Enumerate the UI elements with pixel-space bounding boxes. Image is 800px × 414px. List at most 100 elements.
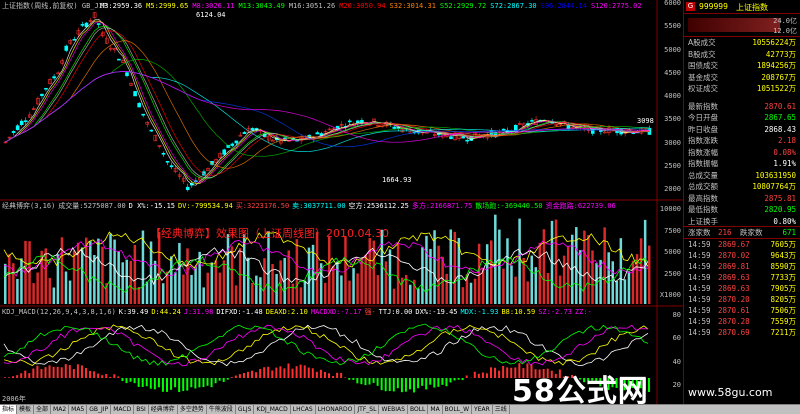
tab-18[interactable]: MA [428,405,443,414]
quote-row-value: 2868.43 [764,124,796,134]
macd-bar [97,373,100,378]
quote-row-label: 基金成交 [688,72,718,82]
trade-row[interactable]: 14:59 2870.20 8205万 [686,295,798,305]
volume-bar [587,235,590,304]
trade-row[interactable]: 14:59 2870.28 7559万 [686,317,798,327]
ma-legend-item: M20:3050.94 [339,2,386,10]
tick-trades-list[interactable]: 14:59 2869.67 7605万 14:59 2870.02 9643万 14:59 2… [684,240,800,340]
volume-bar [60,237,64,304]
macd-bar [396,378,399,389]
tab-14[interactable]: LHONARDO [316,405,356,414]
quote-row-label: 总成交量 [688,170,718,180]
quote-row: 最新指数 2870.61 [686,102,798,111]
tab-7[interactable]: BSI [134,405,149,414]
macd-bar [226,378,229,380]
intraday-mini-chart: 24.0亿 12.0亿 [684,14,800,37]
trade-row[interactable]: 14:59 2869.63 7733万 [686,273,798,283]
down-count-label: 跌家数 [740,228,763,237]
macd-bar [392,378,395,392]
tab-16[interactable]: WEBIAS [379,405,408,414]
trade-price: 2869.67 [718,240,750,249]
quote-row-value: 1894256万 [756,61,796,70]
chart-area[interactable]: 上证指数(周线,前复权) GB_JIP M3:2959.36 M5:2999.65… [0,0,683,409]
volume-bar [287,250,290,304]
trade-row[interactable]: 14:59 2869.81 8590万 [686,262,798,272]
tab-6[interactable]: MACD [111,405,135,414]
candle-body [15,125,20,131]
tab-8[interactable]: 经典博弈 [149,405,178,414]
tab-15[interactable]: JTF_SL [355,405,380,414]
up-down-counts: 涨家数 216 跌家数 671 [684,226,800,239]
candle-body [392,126,397,129]
tab-9[interactable]: 多空趋势 [178,405,207,414]
axis-tick-label: 60 [672,334,681,343]
ma-legend: M3:2959.36 M5:2999.65 M8:3026.11 M13:3043.4… [100,2,642,10]
volume-bar [388,249,392,304]
volume-bar [392,288,396,304]
volume-bar [259,277,262,304]
tab-21[interactable]: 三线 [493,405,510,414]
trade-row[interactable]: 14:59 2869.67 7605万 [686,240,798,250]
ma-line [5,20,650,184]
tab-20[interactable]: YEAR [472,405,493,414]
tab-11[interactable]: GLJS [236,405,255,414]
trade-row[interactable]: 14:59 2870.69 7211万 [686,328,798,338]
tab-4[interactable]: MA5 [69,405,88,414]
ma-line [5,40,650,169]
macd-bar [44,367,47,378]
volume-bar [490,240,493,304]
macd-bar [323,371,326,378]
volume-bar [473,278,477,304]
ma-line [5,59,650,157]
volume-legend-item: 散场跑:-369440.50 [475,202,543,210]
trade-row[interactable]: 14:59 2870.02 9643万 [686,251,798,261]
price-axis: 6000 5500 5000 4500 4000 3500 3000 2500 2000 [657,0,683,200]
volume-bar [109,233,112,304]
volume-bar [117,251,120,304]
tab-2[interactable]: 全部 [34,405,52,414]
volume-bar [627,271,631,304]
tab-17[interactable]: BOLL [408,405,429,414]
volume-bar [469,282,473,304]
volume-bar [311,244,315,304]
macd-bar [52,366,55,378]
volume-bar [20,258,23,304]
tab-1[interactable]: 模板 [17,405,35,414]
ma-legend-item: S96:2844.14 [540,2,587,10]
axis-tick-label: 3000 [664,138,681,147]
volume-legend-item: 资金跑路:622739.06 [545,202,616,210]
trade-row[interactable]: 14:59 2870.61 7506万 [686,306,798,316]
volume-bar [16,278,19,304]
volume-bar [631,260,635,304]
volume-bar [255,275,258,304]
candle-body [169,165,174,168]
tab-3[interactable]: MA2 [51,405,70,414]
tab-0[interactable]: 指标 [0,405,18,414]
tab-13[interactable]: LHCAS [291,405,316,414]
indicator-tabs[interactable]: 指标 模板 全部 MA2 MA5 GB_JIP MACD BSI 经典博弈 多空趋势 牛熊波段 GLJ… [0,404,800,414]
macd-bar [230,377,233,378]
macd-bar [48,365,51,378]
trade-row[interactable]: 14:59 2869.63 7905万 [686,284,798,294]
quote-row-label: 今日开盘 [688,113,718,122]
tab-12[interactable]: KDJ_MACD [254,405,291,414]
volume-bar [291,283,295,304]
quote-row: 指数振幅 1.91% [686,159,798,168]
macd-bar [404,378,407,392]
macd-bar [400,378,403,393]
macd-legend-item: DIFXD:-1.48 [216,308,263,316]
volume-bar [530,255,533,304]
candle-body [133,91,137,97]
macd-bar [222,378,225,382]
tab-19[interactable]: BOLL_W [443,405,473,414]
trade-price: 2869.81 [718,262,750,271]
macd-bar [413,378,416,393]
macd-bar [251,370,254,378]
axis-tick-label: 2500 [664,269,681,278]
tab-10[interactable]: 牛熊波段 [207,405,236,414]
quote-row-label: 昨日收盘 [688,124,718,134]
tab-5[interactable]: GB_JIP [87,405,112,414]
macd-bar [113,374,116,378]
ma-line [5,21,650,183]
volume-bar [364,254,367,304]
